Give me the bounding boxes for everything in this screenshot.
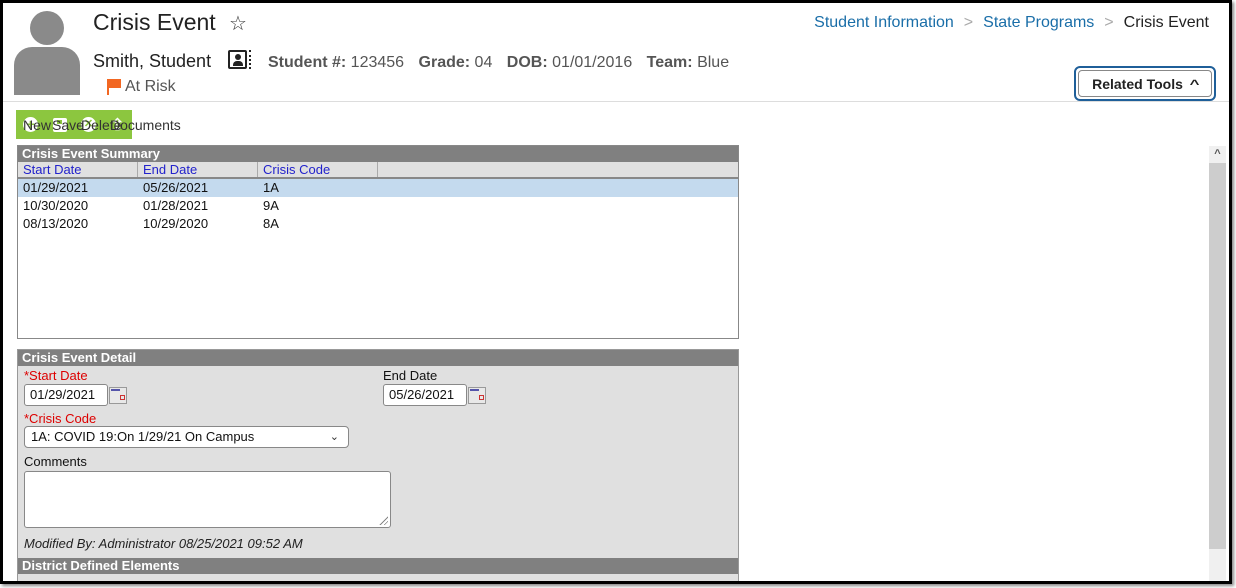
table-row[interactable]: 08/13/2020 10/29/2020 8A <box>18 215 738 233</box>
contact-card-icon[interactable] <box>228 50 247 69</box>
crisis-event-summary: Crisis Event Summary Start Date End Date… <box>17 145 739 339</box>
breadcrumb-student-information[interactable]: Student Information <box>814 14 954 31</box>
table-row[interactable]: 01/29/2021 05/26/2021 1A <box>18 179 738 197</box>
student-number: Student #: 123456 <box>268 54 405 71</box>
calendar-icon[interactable] <box>468 387 486 404</box>
modified-by: Modified By: Administrator 08/25/2021 09… <box>24 536 303 551</box>
crisis-code-select[interactable]: 1A: COVID 19:On 1/29/21 On Campus ⌄ <box>24 426 349 448</box>
chevron-up-icon: ^ <box>1189 76 1200 91</box>
chevron-right-icon: > <box>1104 14 1114 31</box>
column-crisis-code[interactable]: Crisis Code <box>258 162 378 177</box>
student-meta: Student #: 123456 Grade: 04 DOB: 01/01/2… <box>268 54 739 72</box>
student-avatar <box>14 11 80 95</box>
at-risk-label[interactable]: At Risk <box>125 78 176 96</box>
flag-icon <box>107 79 121 95</box>
start-date-input[interactable]: 01/29/2021 <box>24 384 108 406</box>
breadcrumb: Student Information > State Programs > Crisi… <box>814 14 1209 32</box>
breadcrumb-current: Crisis Event <box>1123 14 1209 31</box>
table-row[interactable]: 10/30/2020 01/28/2021 9A <box>18 197 738 215</box>
start-date-label: *Start Date <box>24 368 88 383</box>
chevron-down-icon: ⌄ <box>329 431 339 443</box>
breadcrumb-state-programs[interactable]: State Programs <box>983 14 1094 31</box>
crisis-event-detail: Crisis Event Detail *Start Date 01/29/20… <box>17 349 739 581</box>
scrollbar-thumb[interactable] <box>1209 163 1226 549</box>
column-end-date[interactable]: End Date <box>138 162 258 177</box>
district-defined-elements-title: District Defined Elements <box>18 558 738 574</box>
end-date-input[interactable]: 05/26/2021 <box>383 384 467 406</box>
column-start-date[interactable]: Start Date <box>18 162 138 177</box>
scroll-up-icon[interactable]: ^ <box>1209 146 1226 163</box>
chevron-right-icon: > <box>963 14 974 31</box>
student-team: Team: Blue <box>646 54 730 71</box>
comments-label: Comments <box>24 454 87 469</box>
resize-handle-icon[interactable] <box>378 515 388 525</box>
page-title: Crisis Event <box>93 9 216 35</box>
detail-title: Crisis Event Detail <box>18 350 738 366</box>
summary-column-headers: Start Date End Date Crisis Code <box>18 162 738 179</box>
star-icon[interactable]: ☆ <box>229 11 247 36</box>
student-name: Smith, Student <box>93 51 212 71</box>
app-window: Crisis Event ☆ Smith, Student Student #:… <box>0 0 1232 584</box>
comments-textarea[interactable] <box>24 471 391 528</box>
toolbar: + New Save ✕ Delete ⇪ Documents <box>16 110 181 139</box>
summary-title: Crisis Event Summary <box>18 146 738 162</box>
related-tools-label: Related Tools <box>1092 75 1183 92</box>
crisis-code-label: *Crisis Code <box>24 411 97 426</box>
header-divider <box>3 101 1229 102</box>
vertical-scrollbar[interactable]: ^ <box>1209 146 1226 581</box>
new-button[interactable]: + New <box>16 110 51 139</box>
card-dots-icon <box>249 50 251 69</box>
student-grade: Grade: 04 <box>418 54 493 71</box>
end-date-label: End Date <box>383 368 438 383</box>
student-dob: DOB: 01/01/2016 <box>506 54 633 71</box>
related-tools-button[interactable]: Related Tools ^ <box>1074 66 1216 101</box>
calendar-icon[interactable] <box>109 387 127 404</box>
